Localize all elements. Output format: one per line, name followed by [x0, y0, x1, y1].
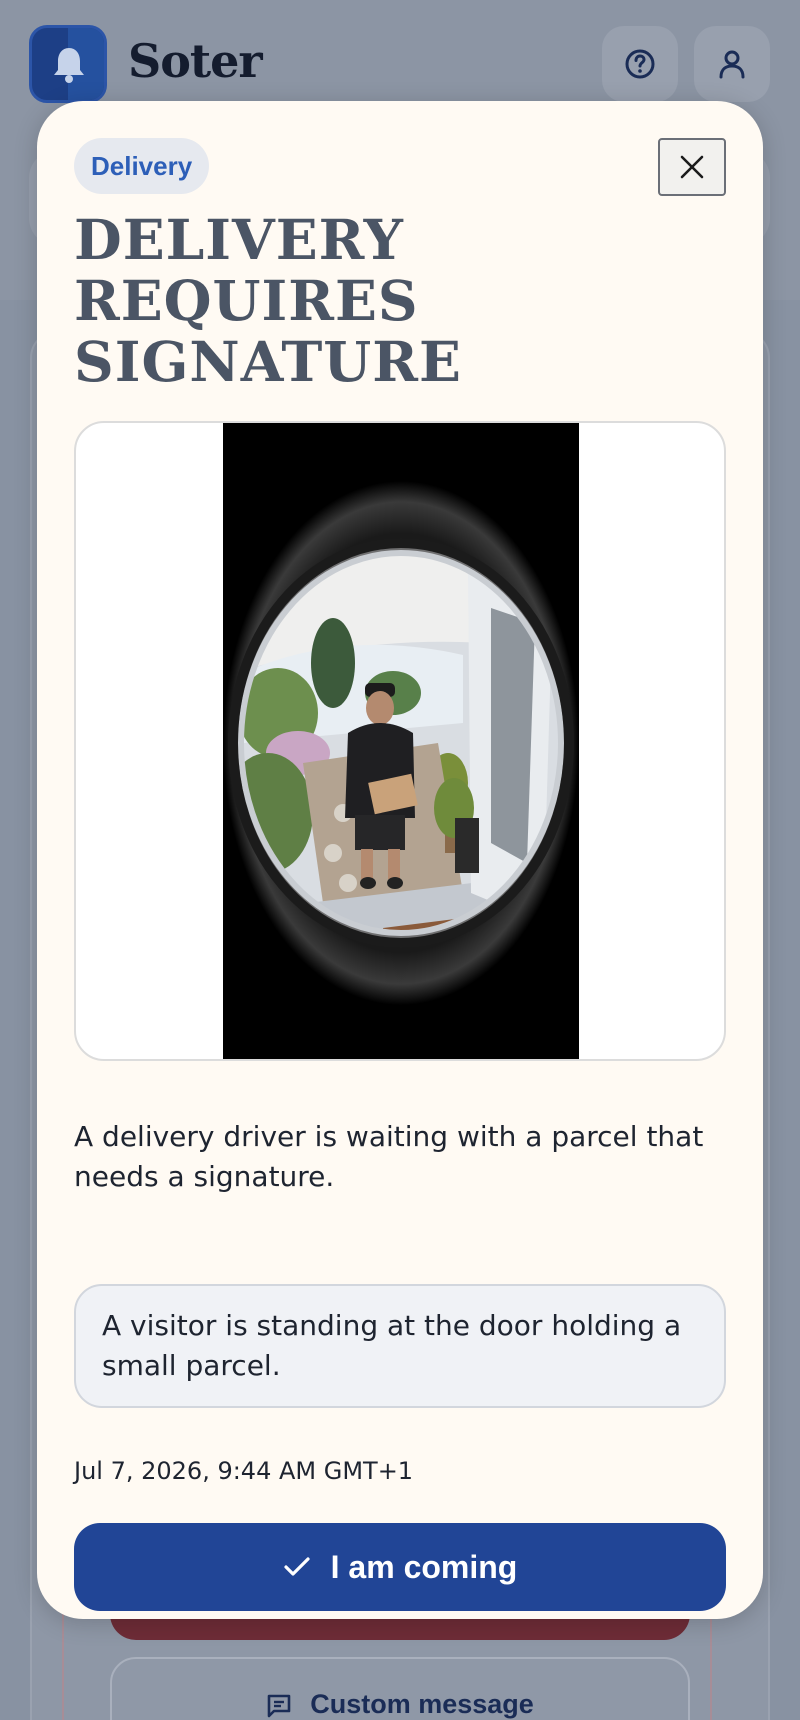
app-brand: Soter	[128, 34, 263, 88]
alert-title: DELIVERY REQUIRES SIGNATURE	[74, 207, 462, 394]
message-icon	[267, 1694, 291, 1718]
category-badge: Delivery	[74, 138, 210, 194]
i-am-coming-button[interactable]: I am coming	[74, 1523, 726, 1611]
account-button[interactable]	[694, 26, 770, 102]
alert-timestamp: Jul 7, 2026, 9:44 AM GMT+1	[74, 1457, 414, 1485]
close-icon	[680, 155, 704, 179]
close-button[interactable]	[658, 138, 726, 196]
custom-message-button[interactable]: Custom message	[110, 1657, 690, 1720]
ai-summary-box: A visitor is standing at the door holdin…	[74, 1284, 726, 1408]
app-logo[interactable]	[29, 25, 107, 103]
alert-modal: Delivery DELIVERY REQUIRES SIGNATURE A d…	[37, 101, 763, 1619]
fisheye-image	[223, 481, 579, 1005]
bell-icon	[54, 48, 84, 83]
alert-description: A delivery driver is waiting with a parc…	[74, 1120, 704, 1193]
doorbell-snapshot[interactable]	[223, 423, 579, 1059]
snapshot-frame	[74, 421, 726, 1061]
help-circle-icon	[625, 49, 655, 79]
user-icon	[719, 50, 745, 79]
custom-message-label: Custom message	[310, 1689, 534, 1719]
ai-summary-text: A visitor is standing at the door holdin…	[102, 1309, 682, 1382]
check-icon	[284, 1557, 310, 1576]
i-am-coming-label: I am coming	[330, 1548, 518, 1585]
help-button[interactable]	[602, 26, 678, 102]
